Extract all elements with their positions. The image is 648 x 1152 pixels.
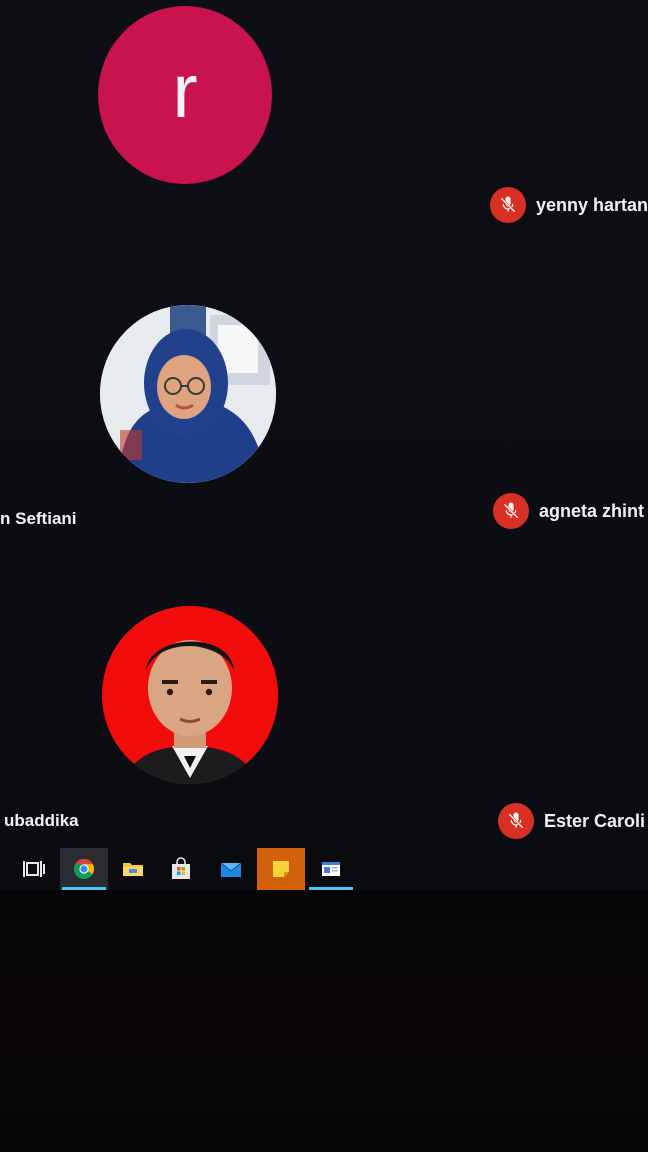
participant-avatar-photo: [102, 606, 278, 784]
taskbar-sticky-notes-button[interactable]: [257, 848, 305, 890]
task-view-icon: [23, 861, 45, 877]
mic-off-icon: [493, 493, 529, 529]
chrome-icon: [74, 859, 94, 879]
taskbar-mail-button[interactable]: [207, 848, 255, 890]
mic-off-icon: [498, 803, 534, 839]
folder-icon: [123, 863, 143, 876]
sticky-note-icon: [273, 861, 289, 877]
participant-avatar-letter: r: [98, 6, 272, 184]
participant-name-left: ubaddika: [4, 811, 79, 830]
task-view-button[interactable]: [10, 848, 58, 890]
off-screen-dark-area: [0, 890, 648, 1152]
participant-label-yenny: yenny hartan: [490, 186, 648, 224]
taskbar-store-button[interactable]: [157, 848, 205, 890]
news-window-icon: [322, 862, 340, 876]
mail-icon: [220, 862, 242, 877]
taskbar-chrome-button[interactable]: [60, 848, 108, 890]
participant-name: agneta zhint: [539, 500, 645, 521]
taskbar-news-button[interactable]: [307, 848, 355, 890]
participant-name: yenny hartan: [536, 194, 648, 215]
taskbar-file-explorer-button[interactable]: [109, 848, 157, 890]
meeting-grid: r yenny hartan n Seftiani agneta zhint u…: [0, 0, 648, 848]
participant-name: Ester Caroli: [544, 810, 646, 831]
participant-label-agneta: agneta zhint: [493, 492, 644, 530]
participant-avatar-photo: [100, 305, 276, 483]
mic-off-icon: [490, 187, 526, 223]
participant-label-ester: Ester Caroli: [498, 802, 645, 840]
avatar-initial: r: [172, 49, 198, 134]
store-bag-icon: [172, 857, 190, 879]
participant-name-left: n Seftiani: [0, 509, 77, 528]
taskbar: [0, 848, 648, 890]
